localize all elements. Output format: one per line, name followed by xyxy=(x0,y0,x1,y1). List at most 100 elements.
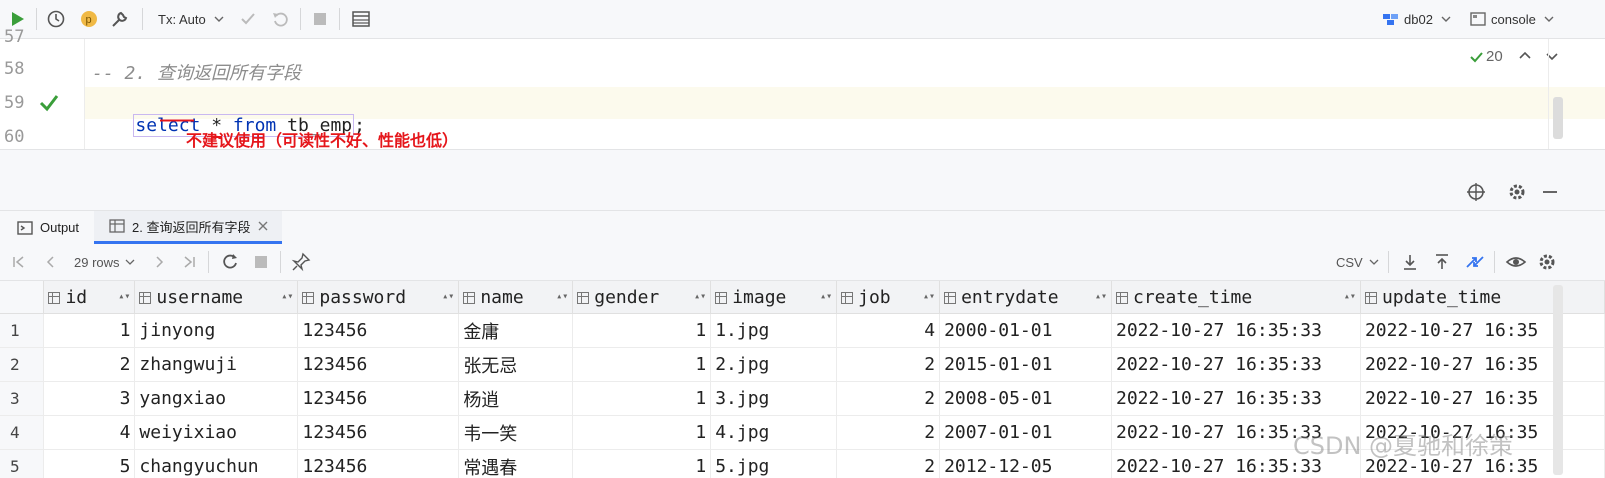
cell-gender[interactable]: 1 xyxy=(572,449,712,478)
column-header[interactable]: password ▴▾ xyxy=(297,281,460,314)
cell-entrydate[interactable]: 2008-05-01 xyxy=(939,381,1112,416)
cell-job[interactable]: 2 xyxy=(836,381,941,416)
tab-result[interactable]: 2. 查询返回所有字段 xyxy=(94,211,282,244)
sort-icon[interactable]: ▴▾ xyxy=(1344,291,1356,302)
profiler-button[interactable]: p xyxy=(79,8,99,30)
cell-job[interactable]: 2 xyxy=(836,415,941,450)
cell-create_time[interactable]: 2022-10-27 16:35:33 xyxy=(1111,381,1361,416)
column-header[interactable]: entrydate ▴▾ xyxy=(939,281,1112,314)
cell-image[interactable]: 3.jpg xyxy=(710,381,838,416)
first-page-button[interactable] xyxy=(10,251,28,273)
table-row[interactable]: 2 2 zhangwuji 123456 张无忌 1 2.jpg 2 2015-01-01 202… xyxy=(0,347,1605,382)
stop-button[interactable] xyxy=(311,8,329,30)
sort-icon[interactable]: ▴▾ xyxy=(281,291,293,302)
table-row[interactable]: 1 1 jinyong 123456 金庸 1 1.jpg 4 2000-01-01 2022-1… xyxy=(0,313,1605,348)
last-page-button[interactable] xyxy=(180,251,198,273)
session-selector[interactable]: console xyxy=(1469,8,1556,30)
cell-image[interactable]: 5.jpg xyxy=(710,449,838,478)
cell-name[interactable]: 韦一笑 xyxy=(458,415,574,450)
cell-password[interactable]: 123456 xyxy=(297,415,460,450)
datasource-selector[interactable]: db02 xyxy=(1382,8,1453,30)
cell-gender[interactable]: 1 xyxy=(572,415,712,450)
gear-icon[interactable] xyxy=(1507,182,1527,202)
sort-icon[interactable]: ▴▾ xyxy=(923,291,935,302)
sort-icon[interactable]: ▴▾ xyxy=(442,291,454,302)
export-format-dropdown[interactable]: CSV xyxy=(1336,251,1380,273)
sort-icon[interactable]: ▴▾ xyxy=(556,291,568,302)
minimize-icon[interactable] xyxy=(1540,182,1560,202)
cell-update_time[interactable]: 2022-10-27 16:35 xyxy=(1360,313,1605,348)
cell-username[interactable]: zhangwuji xyxy=(134,347,299,382)
results-layout-button[interactable] xyxy=(351,8,371,30)
cell-gender[interactable]: 1 xyxy=(572,381,712,416)
cell-gender[interactable]: 1 xyxy=(572,313,712,348)
column-header[interactable]: job ▴▾ xyxy=(836,281,941,314)
tab-output[interactable]: Output xyxy=(16,211,94,244)
cell-id[interactable]: 3 xyxy=(43,381,136,416)
cell-id[interactable]: 4 xyxy=(43,415,136,450)
cell-entrydate[interactable]: 2012-12-05 xyxy=(939,449,1112,478)
cell-job[interactable]: 2 xyxy=(836,449,941,478)
close-icon[interactable] xyxy=(257,220,269,232)
cell-password[interactable]: 123456 xyxy=(297,313,460,348)
column-header[interactable]: update_time xyxy=(1360,281,1605,314)
inspection-widget[interactable]: 20 xyxy=(1470,48,1503,65)
cell-update_time[interactable]: 2022-10-27 16:35 xyxy=(1360,347,1605,382)
sort-icon[interactable]: ▴▾ xyxy=(118,291,130,302)
cell-id[interactable]: 1 xyxy=(43,313,136,348)
cell-name[interactable]: 常遇春 xyxy=(458,449,574,478)
cell-password[interactable]: 123456 xyxy=(297,381,460,416)
compare-button[interactable] xyxy=(1464,251,1486,273)
grid-scrollbar-thumb[interactable] xyxy=(1553,285,1563,475)
history-button[interactable] xyxy=(46,8,66,30)
import-button[interactable] xyxy=(1432,251,1452,273)
cell-create_time[interactable]: 2022-10-27 16:35:33 xyxy=(1111,313,1361,348)
grid-settings-button[interactable] xyxy=(1537,251,1557,273)
tx-mode-dropdown[interactable]: Tx: Auto xyxy=(158,8,226,30)
column-header[interactable]: name ▴▾ xyxy=(458,281,574,314)
column-header[interactable]: username ▴▾ xyxy=(134,281,299,314)
cell-entrydate[interactable]: 2015-01-01 xyxy=(939,347,1112,382)
cell-image[interactable]: 1.jpg xyxy=(710,313,838,348)
cell-id[interactable]: 5 xyxy=(43,449,136,478)
cell-entrydate[interactable]: 2000-01-01 xyxy=(939,313,1112,348)
column-header[interactable]: create_time ▴▾ xyxy=(1111,281,1361,314)
previous-page-button[interactable] xyxy=(42,251,60,273)
sort-icon[interactable]: ▴▾ xyxy=(1095,291,1107,302)
cell-name[interactable]: 张无忌 xyxy=(458,347,574,382)
column-header[interactable]: id ▴▾ xyxy=(43,281,136,314)
cell-id[interactable]: 2 xyxy=(43,347,136,382)
next-page-button[interactable] xyxy=(150,251,168,273)
chevron-up-icon[interactable] xyxy=(1518,49,1532,63)
cell-entrydate[interactable]: 2007-01-01 xyxy=(939,415,1112,450)
sort-icon[interactable]: ▴▾ xyxy=(694,291,706,302)
column-header[interactable]: gender ▴▾ xyxy=(572,281,712,314)
sort-icon[interactable]: ▴▾ xyxy=(820,291,832,302)
cell-create_time[interactable]: 2022-10-27 16:35:33 xyxy=(1111,347,1361,382)
rollback-button[interactable] xyxy=(271,8,289,30)
refresh-button[interactable] xyxy=(220,251,240,273)
cell-password[interactable]: 123456 xyxy=(297,347,460,382)
cell-update_time[interactable]: 2022-10-27 16:35 xyxy=(1360,381,1605,416)
cell-image[interactable]: 2.jpg xyxy=(710,347,838,382)
crosshair-icon[interactable] xyxy=(1466,182,1486,202)
cell-password[interactable]: 123456 xyxy=(297,449,460,478)
sql-editor[interactable]: 57 58 59 60 -- 2. 查询返回所有字段 select * from… xyxy=(0,27,1605,150)
cell-name[interactable]: 金庸 xyxy=(458,313,574,348)
cell-image[interactable]: 4.jpg xyxy=(710,415,838,450)
cell-username[interactable]: weiyixiao xyxy=(134,415,299,450)
commit-button[interactable] xyxy=(239,8,257,30)
table-row[interactable]: 3 3 yangxiao 123456 杨逍 1 3.jpg 2 2008-05-01 2022-… xyxy=(0,381,1605,416)
cancel-query-button[interactable] xyxy=(252,251,270,273)
cell-username[interactable]: jinyong xyxy=(134,313,299,348)
cell-username[interactable]: yangxiao xyxy=(134,381,299,416)
cell-gender[interactable]: 1 xyxy=(572,347,712,382)
cell-job[interactable]: 2 xyxy=(836,347,941,382)
editor-scrollbar-thumb[interactable] xyxy=(1553,97,1563,139)
view-button[interactable] xyxy=(1505,251,1527,273)
pin-tab-button[interactable] xyxy=(291,251,311,273)
cell-username[interactable]: changyuchun xyxy=(134,449,299,478)
export-button[interactable] xyxy=(1400,251,1420,273)
cell-name[interactable]: 杨逍 xyxy=(458,381,574,416)
cell-job[interactable]: 4 xyxy=(836,313,941,348)
